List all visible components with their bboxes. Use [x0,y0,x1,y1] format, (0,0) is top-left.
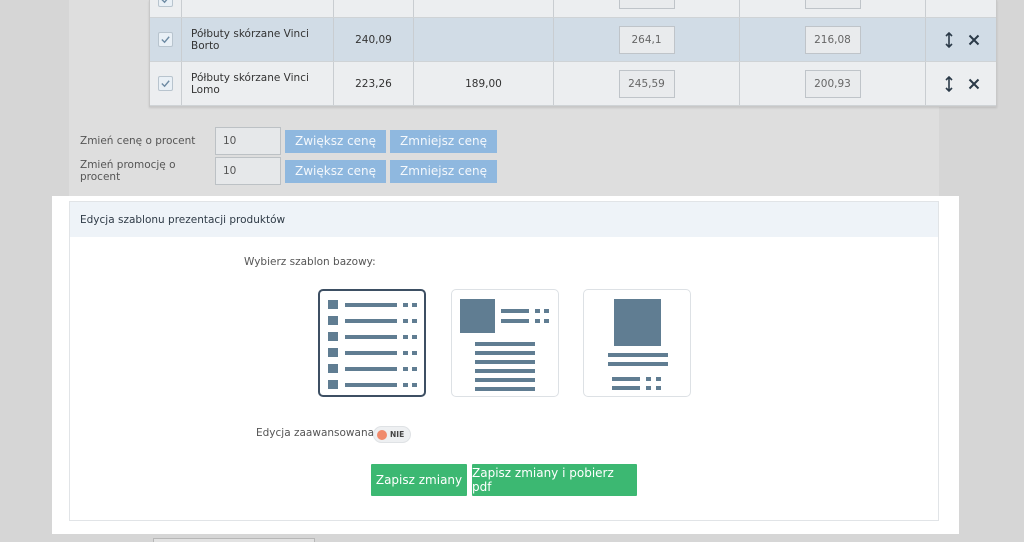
price-percent-input[interactable]: 10 [215,127,281,155]
new-promo-input[interactable] [804,0,861,9]
decrease-promo-button[interactable]: Zmniejsz cenę [390,159,497,183]
table-row: Półbuty skórzane Vinci Borto 240,09 264,… [150,18,996,62]
new-promo-input[interactable]: 200,93 [804,69,861,98]
promo-percent-label: Zmień promocję o procent [80,159,176,183]
decrease-price-button[interactable]: Zmniejsz cenę [390,129,497,153]
product-name: Półbuty skórzane Vinci Lomo [182,62,334,105]
image-left-layout-icon [460,299,549,391]
save-button[interactable]: Zapisz zmiany [371,464,467,496]
advanced-edit-label: Edycja zaawansowana: [256,427,378,439]
product-price: 240,09 [334,18,414,61]
checkmark-icon [161,80,170,88]
list-layout-icon [328,300,417,389]
template-editor-title: Edycja szablonu prezentacji produktów [70,202,938,237]
image-top-layout-icon [608,299,668,390]
vertical-arrows-icon[interactable] [944,75,954,92]
row-checkbox[interactable] [158,0,173,7]
product-promo-price [414,0,554,17]
template-option-list[interactable] [318,289,426,397]
price-percent-label: Zmień cenę o procent [80,135,196,147]
product-promo-price [414,18,554,61]
template-option-image-top[interactable] [583,289,691,397]
row-checkbox[interactable] [158,32,173,47]
product-table: Półbuty skórzane Vinci Borto 240,09 264,… [149,0,997,107]
product-promo-price: 189,00 [414,62,554,105]
new-price-input[interactable] [618,0,675,9]
checkmark-icon [161,0,168,4]
table-row [150,0,996,18]
new-price-input[interactable]: 264,1 [618,25,675,54]
close-x-icon[interactable] [968,34,980,46]
new-price-input[interactable]: 245,59 [618,69,675,98]
vertical-arrows-icon[interactable] [944,31,954,48]
row-checkbox[interactable] [158,76,173,91]
template-option-image-left[interactable] [451,289,559,397]
promo-percent-input[interactable]: 10 [215,157,281,185]
product-price: 223,26 [334,62,414,105]
product-name [182,0,334,17]
save-and-download-pdf-button[interactable]: Zapisz zmiany i pobierz pdf [472,464,637,496]
increase-price-button[interactable]: Zwiększ cenę [285,129,387,153]
new-promo-input[interactable]: 216,08 [804,25,861,54]
choose-template-label: Wybierz szablon bazowy: [244,256,376,268]
product-name: Półbuty skórzane Vinci Borto [182,18,334,61]
promo-percent-row: Zmień promocję o procent 10 Zwiększ cenę… [80,157,497,185]
increase-promo-button[interactable]: Zwiększ cenę [285,159,387,183]
product-price [334,0,414,17]
footer-input[interactable] [153,538,315,542]
toggle-knob [377,429,387,440]
close-x-icon[interactable] [968,78,980,90]
toggle-state-text: NIE [390,430,405,439]
template-editor-card: Edycja szablonu prezentacji produktów Wy… [69,201,939,521]
table-row: Półbuty skórzane Vinci Lomo 223,26 189,0… [150,62,996,106]
price-percent-row: Zmień cenę o procent 10 Zwiększ cenę Zmn… [80,127,497,155]
checkmark-icon [161,36,170,44]
advanced-edit-toggle[interactable]: NIE [373,426,411,443]
